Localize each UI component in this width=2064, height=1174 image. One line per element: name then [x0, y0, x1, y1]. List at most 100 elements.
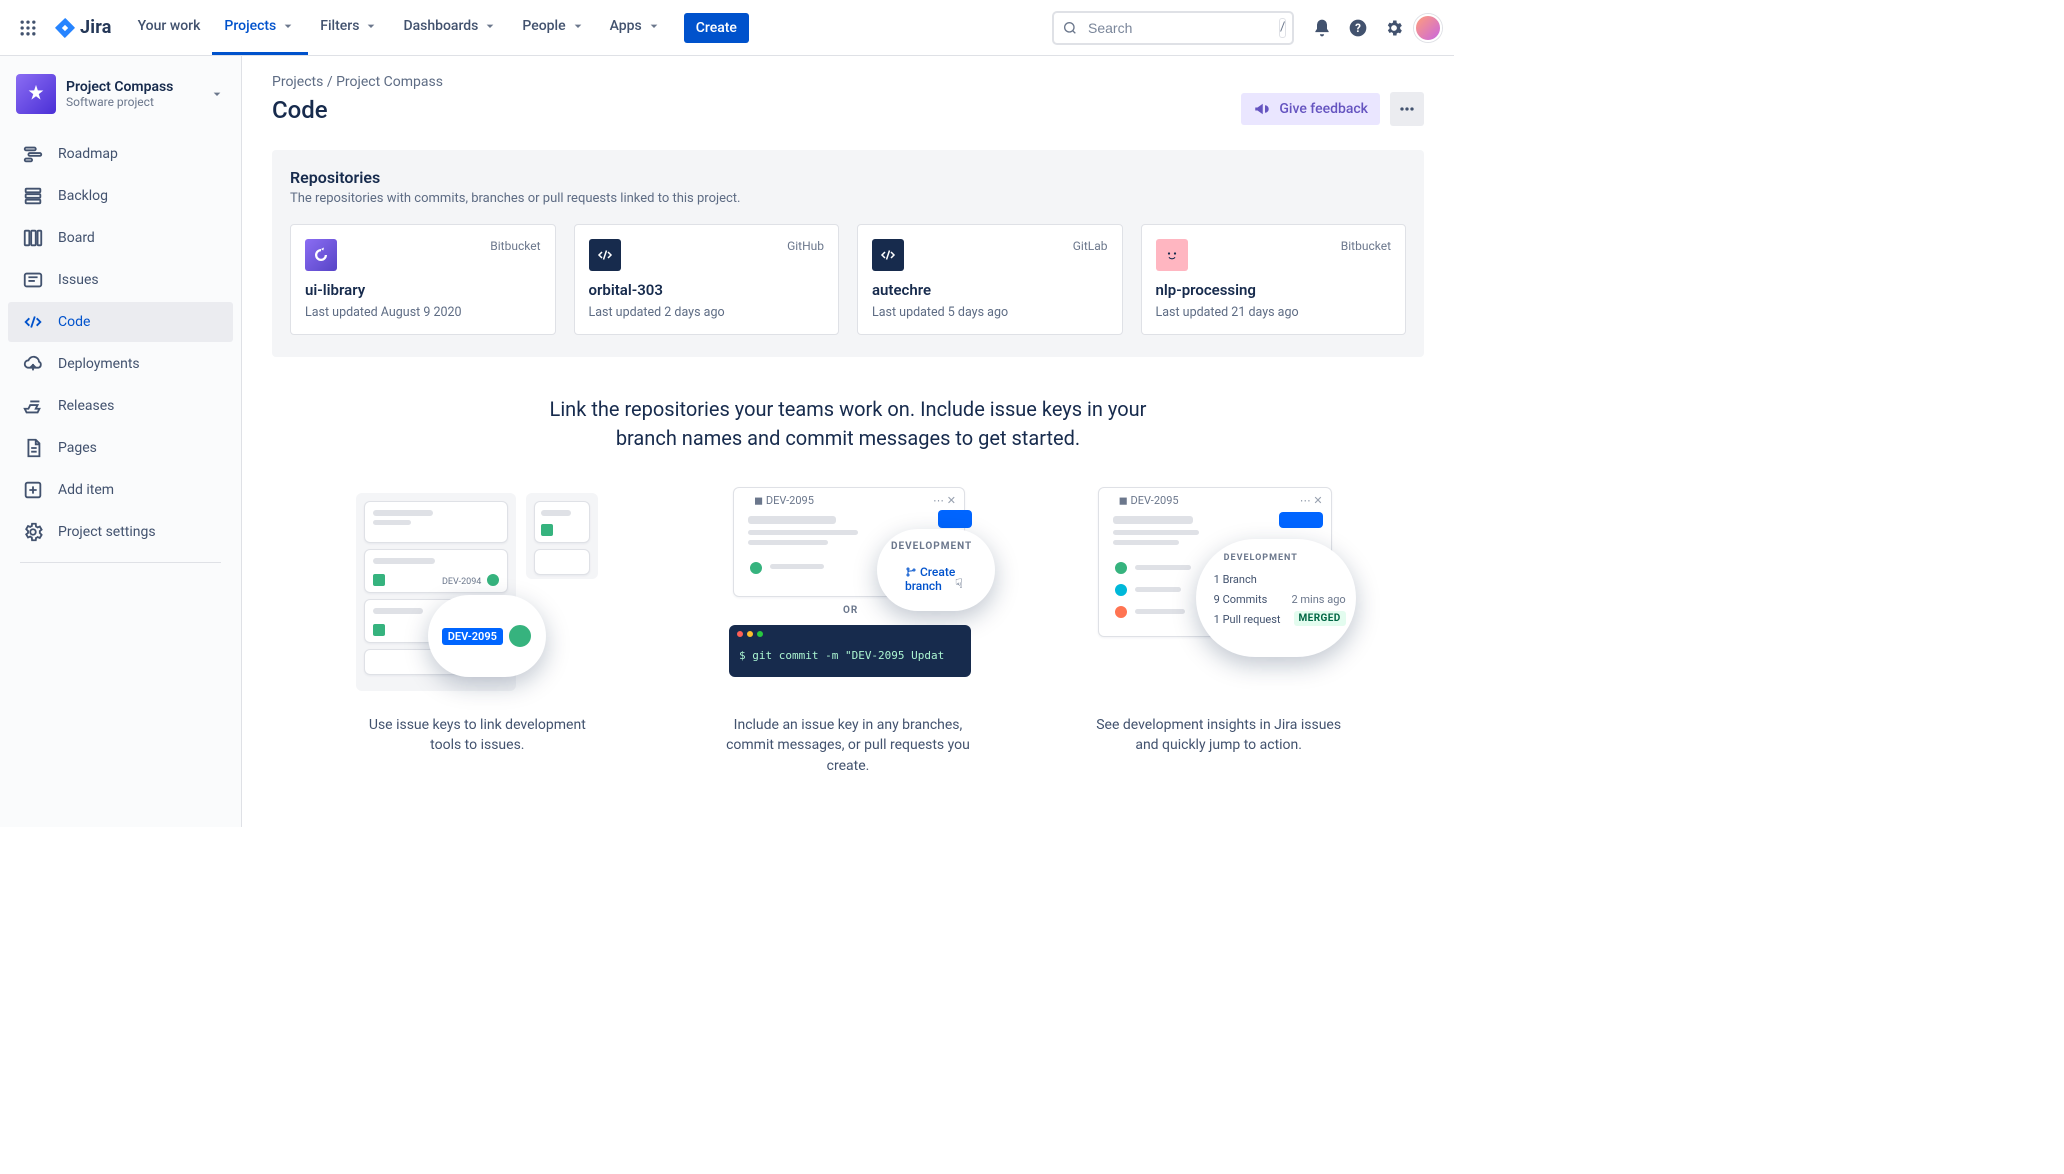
sidebar-item-issues[interactable]: Issues: [8, 260, 233, 300]
onboard-col-issue-keys: DEV-2094 DEV-2095: [312, 487, 643, 756]
main: Projects / Project Compass Code Give fee…: [242, 56, 1454, 827]
nav-apps[interactable]: Apps: [598, 0, 674, 55]
page-title: Code: [272, 96, 1241, 124]
sidebar-item-label: Project settings: [58, 524, 156, 540]
repo-source: Bitbucket: [490, 239, 540, 253]
repositories-grid: Bitbucket ui-library Last updated August…: [290, 224, 1406, 335]
illustration-include-key: ◼ DEV-2095 ⋯ ✕ DEVELOPMENT Create: [727, 487, 969, 697]
help-icon[interactable]: ?: [1342, 12, 1374, 44]
ellipsis-icon: [1397, 99, 1417, 119]
sidebar-item-backlog[interactable]: Backlog: [8, 176, 233, 216]
breadcrumb-project[interactable]: Project Compass: [336, 74, 443, 90]
gear-icon: [22, 521, 44, 543]
settings-icon[interactable]: [1378, 12, 1410, 44]
issue-key-label: ◼ DEV-2095: [754, 494, 814, 507]
sidebar-item-deployments[interactable]: Deployments: [8, 344, 233, 384]
repo-card[interactable]: GitLab autechre Last updated 5 days ago: [857, 224, 1123, 335]
repositories-subtitle: The repositories with commits, branches …: [290, 191, 1406, 206]
sidebar-item-label: Pages: [58, 440, 97, 456]
illustration-insights: ◼ DEV-2095 ⋯ ✕ DEVELOPM: [1098, 487, 1340, 697]
breadcrumb: Projects / Project Compass: [272, 74, 1424, 90]
sidebar-item-project-settings[interactable]: Project settings: [8, 512, 233, 552]
onboard-caption: See development insights in Jira issues …: [1094, 715, 1344, 756]
repo-source: Bitbucket: [1341, 239, 1391, 253]
svg-text:?: ?: [1355, 21, 1361, 35]
nav-your-work[interactable]: Your work: [126, 0, 213, 55]
sidebar-item-roadmap[interactable]: Roadmap: [8, 134, 233, 174]
nav-dashboards[interactable]: Dashboards: [391, 0, 510, 55]
sidebar-item-label: Roadmap: [58, 146, 118, 162]
releases-icon: [22, 395, 44, 417]
code-icon: [22, 311, 44, 333]
nav-filters[interactable]: Filters: [308, 0, 391, 55]
search-shortcut-key: /: [1279, 18, 1286, 38]
chevron-down-icon: [646, 18, 662, 34]
chevron-down-icon: [482, 18, 498, 34]
repo-source: GitHub: [787, 239, 824, 253]
chevron-down-icon: [570, 18, 586, 34]
illustration-issue-keys: DEV-2094 DEV-2095: [356, 487, 598, 697]
repo-updated: Last updated August 9 2020: [305, 305, 541, 320]
megaphone-icon: [1253, 100, 1271, 118]
repo-card[interactable]: Bitbucket nlp-processing Last updated 21…: [1141, 224, 1407, 335]
nav-projects[interactable]: Projects: [212, 0, 308, 55]
add-icon: [22, 479, 44, 501]
sidebar-item-code[interactable]: Code: [8, 302, 233, 342]
project-name: Project Compass: [66, 79, 199, 95]
code-icon: [872, 239, 904, 271]
create-button[interactable]: Create: [684, 13, 749, 43]
title-row: Code Give feedback: [272, 92, 1424, 126]
sidebar-item-releases[interactable]: Releases: [8, 386, 233, 426]
sidebar: Project Compass Software project Roadmap…: [0, 56, 242, 827]
top-nav: Your work Projects Filters Dashboards Pe…: [126, 0, 674, 55]
repo-updated: Last updated 2 days ago: [589, 305, 825, 320]
sidebar-item-board[interactable]: Board: [8, 218, 233, 258]
sidebar-item-label: Backlog: [58, 188, 108, 204]
terminal-illustration: $ git commit -m "DEV-2095 Updat: [729, 625, 971, 677]
repo-name: nlp-processing: [1156, 281, 1392, 299]
chevron-down-icon: [363, 18, 379, 34]
sidebar-item-label: Board: [58, 230, 95, 246]
face-icon: [1156, 239, 1188, 271]
chevron-down-icon: [209, 86, 225, 102]
sidebar-item-add-item[interactable]: Add item: [8, 470, 233, 510]
repo-card[interactable]: Bitbucket ui-library Last updated August…: [290, 224, 556, 335]
jira-logo-icon: [54, 17, 76, 39]
logo[interactable]: Jira: [48, 17, 118, 39]
sidebar-item-pages[interactable]: Pages: [8, 428, 233, 468]
repo-updated: Last updated 21 days ago: [1156, 305, 1392, 320]
sidebar-item-label: Releases: [58, 398, 114, 414]
onboard-caption: Include an issue key in any branches, co…: [723, 715, 973, 776]
more-button[interactable]: [1390, 92, 1424, 126]
onboard-col-include-key: ◼ DEV-2095 ⋯ ✕ DEVELOPMENT Create: [683, 487, 1014, 776]
onboard-headline: Link the repositories your teams work on…: [528, 395, 1168, 453]
issues-icon: [22, 269, 44, 291]
app-switcher-icon[interactable]: [12, 12, 44, 44]
project-switcher[interactable]: Project Compass Software project: [8, 74, 233, 130]
onboard-caption: Use issue keys to link development tools…: [352, 715, 602, 756]
deployments-icon: [22, 353, 44, 375]
repo-name: orbital-303: [589, 281, 825, 299]
onboard-grid: DEV-2094 DEV-2095: [312, 487, 1384, 776]
project-icon: [16, 74, 56, 114]
code-icon: [589, 239, 621, 271]
breadcrumb-root[interactable]: Projects: [272, 74, 323, 90]
bitbucket-rotate-icon: [305, 239, 337, 271]
repo-name: ui-library: [305, 281, 541, 299]
board-icon: [22, 227, 44, 249]
sidebar-nav: Roadmap Backlog Board Issues Code Deploy…: [8, 134, 233, 552]
repositories-title: Repositories: [290, 168, 1406, 187]
search-input[interactable]: /: [1052, 11, 1294, 45]
nav-people[interactable]: People: [510, 0, 597, 55]
sidebar-item-label: Add item: [58, 482, 114, 498]
give-feedback-button[interactable]: Give feedback: [1241, 93, 1380, 125]
search-field[interactable]: [1086, 19, 1271, 37]
sidebar-item-label: Deployments: [58, 356, 140, 372]
profile-avatar[interactable]: [1414, 14, 1442, 42]
divider: [20, 562, 221, 563]
topbar: Jira Your work Projects Filters Dashboar…: [0, 0, 1454, 56]
top-icons: ?: [1306, 12, 1442, 44]
onboard-col-insights: ◼ DEV-2095 ⋯ ✕ DEVELOPM: [1053, 487, 1384, 756]
repo-card[interactable]: GitHub orbital-303 Last updated 2 days a…: [574, 224, 840, 335]
notifications-icon[interactable]: [1306, 12, 1338, 44]
